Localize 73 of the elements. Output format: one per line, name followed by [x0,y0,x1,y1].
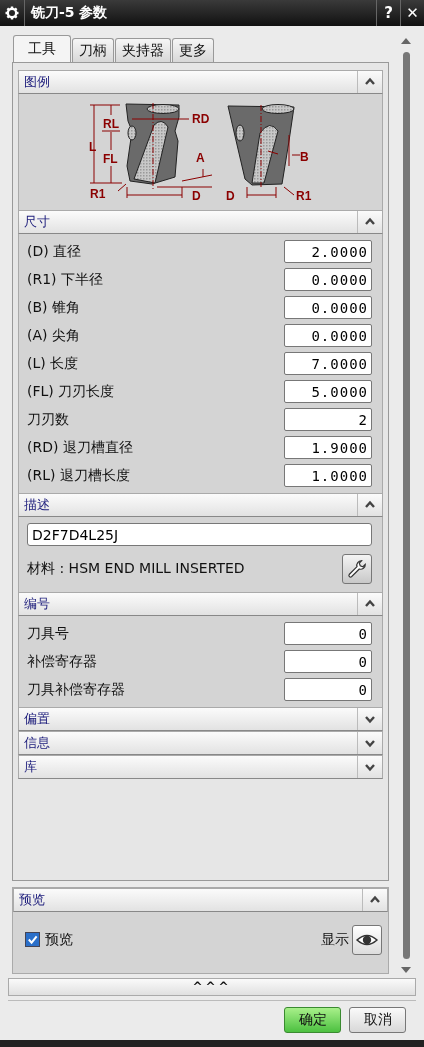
tab[interactable]: 刀柄 [72,38,114,62]
section-title: 库 [23,758,38,776]
number-field[interactable]: 2 [284,408,372,431]
section-header[interactable]: 描述 [18,493,383,517]
field-label: (D) 直径 [27,242,82,261]
dimension-label: RL [103,117,119,131]
dimension-label: RD [192,112,210,126]
window-title: 铣刀-5 参数 [29,4,109,22]
dimension-label: FL [103,152,118,166]
section-title: 预览 [18,891,46,909]
field-label: 刀具补偿寄存器 [27,680,125,699]
show-button[interactable] [352,924,382,955]
field-label: 刀具号 [27,624,69,643]
number-field[interactable]: 0 [284,622,372,645]
scroll-up-icon[interactable] [400,36,412,46]
section-header[interactable]: 图例 [18,70,383,94]
more-button[interactable]: ^^^ [8,978,416,996]
close-button[interactable]: ✕ [400,0,424,26]
number-field[interactable]: 7.0000 [284,352,372,375]
field-label: (L) 长度 [27,354,79,373]
cancel-button[interactable]: 取消 [349,1007,406,1033]
tab[interactable]: 工具 [13,35,71,62]
field-label: 补偿寄存器 [27,652,97,671]
tab[interactable]: 更多 [172,38,214,62]
number-field[interactable]: 0 [284,650,372,673]
ok-button[interactable]: 确定 [284,1007,341,1033]
section-title: 描述 [23,496,51,514]
number-field[interactable]: 1.9000 [284,436,372,459]
section-header[interactable]: 偏置 [18,707,383,731]
dimension-label: A [196,151,205,165]
field-label: (RL) 退刀槽长度 [27,466,130,485]
scroll-thumb[interactable] [402,52,410,959]
field-label: (R1) 下半径 [27,270,103,289]
section-header[interactable]: 预览 [13,888,388,912]
help-button[interactable]: ? [376,0,400,26]
material-label: 材料 : HSM END MILL INSERTED [27,560,245,578]
scroll-down-icon[interactable] [400,965,412,975]
number-field[interactable]: 1.0000 [284,464,372,487]
dimension-label: B [300,150,309,164]
check-icon [27,934,38,945]
checkbox[interactable] [25,932,40,947]
material-button[interactable] [342,554,372,584]
dimension-label: D [192,189,201,203]
field-label: (RD) 退刀槽直径 [27,438,133,457]
show-label: 显示 [321,930,349,949]
section-title: 偏置 [23,710,51,728]
dimension-label: L [89,140,97,154]
section-header[interactable]: 尺寸 [18,210,383,234]
field-label: 刀刃数 [27,410,69,429]
dimension-label: R1 [296,189,312,203]
number-field[interactable]: 0.0000 [284,268,372,291]
tab[interactable]: 夹持器 [115,38,171,62]
number-field[interactable]: 0.0000 [284,324,372,347]
number-field[interactable]: 0.0000 [284,296,372,319]
wrench-icon [346,558,368,580]
section-title: 尺寸 [23,213,51,231]
settings-icon[interactable] [5,6,19,20]
checkbox-label: 预览 [45,930,73,949]
section-header[interactable]: 信息 [18,731,383,755]
number-field[interactable]: 5.0000 [284,380,372,403]
description-field[interactable]: D2F7D4L25J [27,523,372,546]
section-header[interactable]: 库 [18,755,383,779]
section-title: 编号 [23,595,51,613]
section-title: 图例 [23,73,51,91]
dimension-label: D [226,189,235,203]
field-label: (A) 尖角 [27,326,80,345]
field-label: (FL) 刀刃长度 [27,382,115,401]
number-field[interactable]: 0 [284,678,372,701]
section-title: 信息 [23,734,51,752]
dimension-label: R1 [90,187,106,201]
section-header[interactable]: 编号 [18,592,383,616]
field-label: (B) 锥角 [27,298,80,317]
number-field[interactable]: 2.0000 [284,240,372,263]
